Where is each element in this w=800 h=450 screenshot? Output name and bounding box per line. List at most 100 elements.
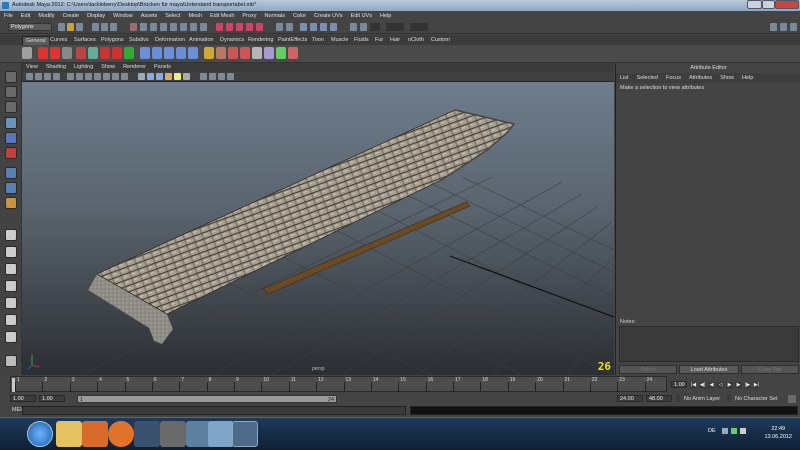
tab-deformation[interactable]: Deformation	[152, 36, 188, 44]
outliner-layout-icon[interactable]	[5, 314, 17, 326]
menu-set-select[interactable]: Polygons	[8, 23, 52, 31]
query-selected-icon[interactable]	[50, 47, 60, 59]
animation-preferences-icon[interactable]	[788, 395, 796, 403]
maya-taskbar-icon[interactable]	[232, 421, 258, 447]
ae-menu-focus[interactable]: Focus	[662, 73, 685, 81]
app-taskbar-icon[interactable]	[134, 421, 160, 447]
grid-toggle-icon[interactable]	[67, 73, 74, 80]
toggle-panel-icon[interactable]	[770, 23, 777, 31]
play-backwards-button[interactable]: ◁	[717, 382, 724, 389]
panel-menu-view[interactable]: View	[22, 63, 42, 70]
menu-modify[interactable]: Modify	[34, 11, 58, 19]
new-scene-icon[interactable]	[58, 23, 65, 31]
four-view-layout-icon[interactable]	[5, 246, 17, 258]
hypershade-layout-icon[interactable]	[5, 297, 17, 309]
mask-surface-icon[interactable]	[170, 23, 177, 31]
scale-tool-icon[interactable]	[5, 147, 17, 159]
tab-fluids[interactable]: Fluids	[351, 36, 372, 44]
menu-assets[interactable]: Assets	[137, 11, 162, 19]
menu-create-uvs[interactable]: Create UVs	[310, 11, 346, 19]
safe-title-icon[interactable]	[121, 73, 128, 80]
plane-icon[interactable]	[176, 47, 186, 59]
shelf-options-icon[interactable]	[22, 47, 32, 59]
minimize-button[interactable]	[747, 0, 762, 9]
cube-icon[interactable]	[152, 47, 162, 59]
menu-proxy[interactable]: Proxy	[238, 11, 260, 19]
menu-edit-mesh[interactable]: Edit Mesh	[206, 11, 238, 19]
step-back-button[interactable]: ◀|	[699, 382, 706, 389]
wireframe-icon[interactable]	[138, 73, 145, 80]
panel-menu-shading[interactable]: Shading	[42, 63, 70, 70]
tab-painteffects[interactable]: PaintEffects	[275, 36, 310, 44]
snap-view-icon[interactable]	[246, 23, 253, 31]
select-button[interactable]: Select	[619, 365, 677, 374]
step-back-key-button[interactable]: ◀	[708, 382, 715, 389]
panel-menu-lighting[interactable]: Lighting	[70, 63, 97, 70]
xray-joints-icon[interactable]	[209, 73, 216, 80]
panel-menu-renderer[interactable]: Renderer	[119, 63, 150, 70]
tab-polygons[interactable]: Polygons	[98, 36, 127, 44]
wireframe-on-shaded-icon[interactable]	[156, 73, 163, 80]
menu-display[interactable]: Display	[83, 11, 109, 19]
load-attributes-button[interactable]: Load Attributes	[679, 365, 739, 374]
go-to-end-button[interactable]: ▶|	[753, 382, 760, 389]
smooth-icon[interactable]	[252, 47, 262, 59]
toggle-tool-settings-icon[interactable]	[780, 23, 787, 31]
xray-icon[interactable]	[200, 73, 207, 80]
mask-curve-icon[interactable]	[160, 23, 167, 31]
explorer-taskbar-icon[interactable]	[56, 421, 82, 447]
select-object-icon[interactable]	[101, 23, 108, 31]
toggle-channel-box-icon[interactable]	[790, 23, 797, 31]
last-tool-icon[interactable]	[5, 197, 17, 209]
ae-menu-attributes[interactable]: Attributes	[685, 73, 716, 81]
play-forwards-button[interactable]: ▶	[726, 382, 733, 389]
tab-subdivs[interactable]: Subdivs	[126, 36, 152, 44]
cylinder-icon[interactable]	[164, 47, 174, 59]
bevel-icon[interactable]	[216, 47, 226, 59]
mask-deform-icon[interactable]	[180, 23, 187, 31]
delete-history-icon[interactable]	[76, 47, 86, 59]
delete-all-icon[interactable]	[112, 47, 122, 59]
single-view-layout-icon[interactable]	[5, 229, 17, 241]
viewport-persp[interactable]: persp 26	[22, 82, 614, 375]
tab-dynamics[interactable]: Dynamics	[217, 36, 247, 44]
step-forward-key-button[interactable]: ▶	[735, 382, 742, 389]
ae-menu-show[interactable]: Show	[716, 73, 738, 81]
safe-action-icon[interactable]	[112, 73, 119, 80]
select-tool-icon[interactable]	[5, 71, 17, 83]
menu-edit[interactable]: Edit	[17, 11, 34, 19]
torus-icon[interactable]	[188, 47, 198, 59]
shadows-icon[interactable]	[183, 73, 190, 80]
mask-render-icon[interactable]	[200, 23, 207, 31]
persp-graph-layout-icon[interactable]	[5, 280, 17, 292]
custom-layout-icon[interactable]	[5, 355, 17, 367]
menu-select[interactable]: Select	[161, 11, 184, 19]
isolate-select-icon[interactable]	[218, 73, 225, 80]
network-icon[interactable]	[731, 428, 737, 434]
paint-select-tool-icon[interactable]	[5, 101, 17, 113]
resolution-gate-icon[interactable]	[85, 73, 92, 80]
menu-help[interactable]: Help	[376, 11, 395, 19]
persp-outliner-layout-icon[interactable]	[5, 263, 17, 275]
merge-icon[interactable]	[264, 47, 274, 59]
construction-history-icon[interactable]	[286, 23, 293, 31]
system-clock[interactable]: 22:49 13.06.2012	[764, 425, 792, 441]
menu-color[interactable]: Color	[289, 11, 310, 19]
panel-menu-show[interactable]: Show	[97, 63, 119, 70]
menu-normals[interactable]: Normals	[260, 11, 288, 19]
character-set-select[interactable]: No Character Set	[735, 396, 778, 402]
smooth-shade-icon[interactable]	[147, 73, 154, 80]
boolean-icon[interactable]	[288, 47, 298, 59]
ae-menu-selected[interactable]: Selected	[633, 73, 662, 81]
mel-script-icon[interactable]	[62, 47, 72, 59]
tab-hair[interactable]: Hair	[387, 36, 403, 44]
tab-curves[interactable]: Curves	[47, 36, 70, 44]
tab-custom[interactable]: Custom	[428, 36, 453, 44]
panel-menu-panels[interactable]: Panels	[150, 63, 175, 70]
go-to-start-button[interactable]: |◀	[690, 382, 697, 389]
current-frame-field[interactable]: 1.00	[671, 381, 687, 388]
field-chart-icon[interactable]	[103, 73, 110, 80]
ipr-render-icon[interactable]	[320, 23, 327, 31]
mask-dynamic-icon[interactable]	[190, 23, 197, 31]
group-icon[interactable]	[124, 47, 134, 59]
